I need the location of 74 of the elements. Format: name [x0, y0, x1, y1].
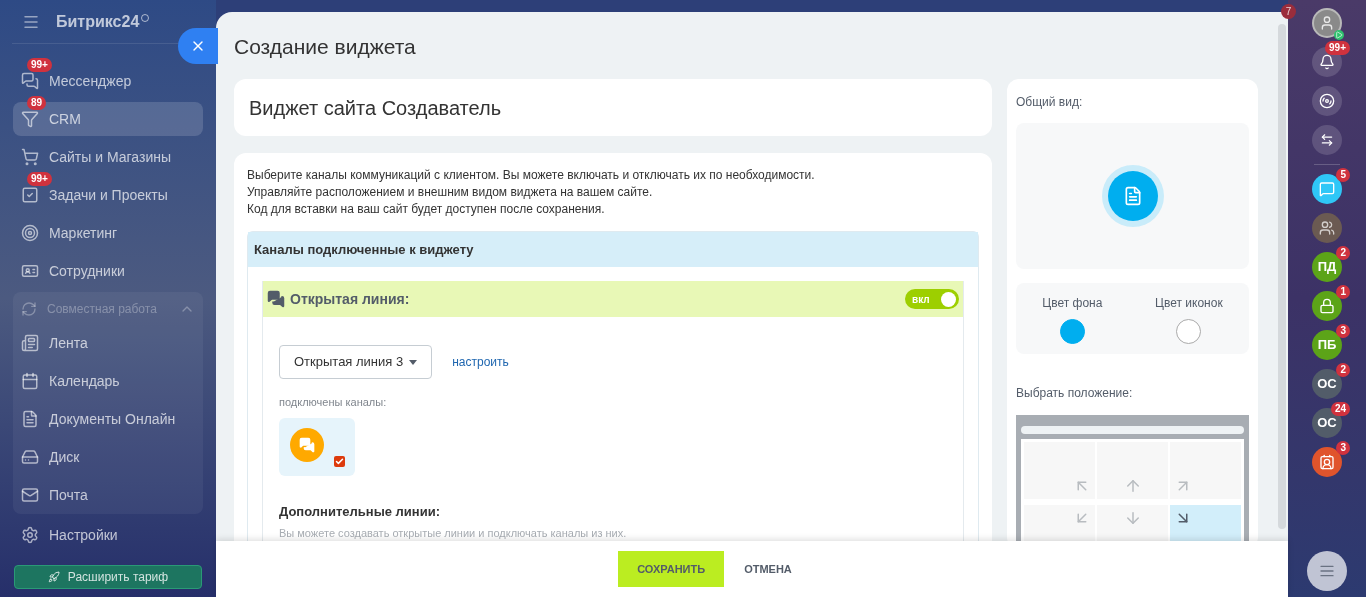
count-badge: 2: [1336, 363, 1350, 377]
count-badge: 89: [27, 96, 47, 110]
contact-card-icon: [1319, 454, 1335, 470]
position-cell[interactable]: [1097, 442, 1168, 499]
group-avatar[interactable]: [1312, 213, 1342, 243]
user-avatar[interactable]: [1312, 8, 1342, 38]
lock-avatar[interactable]: [1312, 291, 1342, 321]
extra-lines-text: Вы можете создавать открытые линии и подключать каналы из них.: [279, 526, 628, 541]
line-select[interactable]: Открытая линия 3: [279, 345, 433, 379]
target-button[interactable]: [1312, 86, 1342, 116]
count-badge: 1: [1336, 285, 1350, 299]
close-button[interactable]: [178, 28, 218, 64]
lock-icon: [1319, 298, 1335, 314]
list-icon: [1319, 563, 1335, 579]
sidebar-item[interactable]: Календарь: [13, 364, 203, 398]
initials-avatar[interactable]: ПБ: [1312, 330, 1342, 360]
channel-checkbox[interactable]: [334, 455, 345, 467]
chat-button[interactable]: [1312, 174, 1342, 204]
menu-button[interactable]: [1307, 551, 1347, 591]
group-icon: [21, 301, 37, 317]
upgrade-button[interactable]: Расширить тариф: [14, 565, 202, 589]
target-icon: [1319, 93, 1335, 109]
contact-avatar[interactable]: [1312, 447, 1342, 477]
color-swatch[interactable]: [1059, 318, 1085, 344]
position-cell[interactable]: [1170, 442, 1241, 499]
appearance-title: Общий вид:: [1016, 94, 1084, 111]
initials-avatar[interactable]: ОС: [1312, 369, 1342, 399]
sidebar-item[interactable]: Почта: [13, 478, 203, 512]
person-silhouette-icon: [1319, 15, 1335, 31]
count-badge: 99+: [27, 58, 52, 72]
widget-name-card[interactable]: Виджет сайта Создаватель: [234, 79, 992, 136]
chat-icon: [1319, 181, 1335, 197]
exchange-button[interactable]: [1312, 125, 1342, 155]
rocket-icon: [47, 571, 60, 583]
count-badge: 99+: [27, 172, 52, 186]
color-label: Цвет иконок: [1155, 294, 1223, 312]
count-badge: 24: [1330, 402, 1350, 416]
connected-label: подключены каналы:: [279, 395, 388, 410]
people-silhouette-icon: [1319, 220, 1335, 236]
count-badge: 3: [1336, 441, 1350, 455]
save-button[interactable]: СОХРАНИТЬ: [618, 551, 725, 587]
section-header: Каналы подключенные к виджету: [248, 232, 978, 267]
channel-icon: [290, 427, 324, 462]
position-title: Выбрать положение:: [1016, 385, 1134, 402]
count-badge: 2: [1336, 246, 1350, 260]
initials-avatar[interactable]: ПД: [1312, 252, 1342, 282]
count-badge: 99+: [1325, 41, 1350, 55]
play-icon: [1334, 30, 1344, 40]
sidebar-item[interactable]: Маркетинг: [13, 216, 203, 250]
caret-icon: [409, 359, 418, 365]
color-label: Цвет фона: [1042, 294, 1103, 312]
description-text: Управляйте расположением и внешним видом виджета на вашем сайте.: [247, 184, 654, 201]
extra-lines-title: Дополнительные линии:: [279, 502, 441, 521]
open-line-title: Открытая линия:: [290, 289, 411, 309]
description-text: Код для вставки на ваш сайт будет доступен после сохранения.: [247, 201, 606, 218]
sidebar-item[interactable]: Сотрудники: [13, 254, 203, 288]
configure-link[interactable]: настроить: [452, 353, 509, 371]
sidebar-item[interactable]: Диск: [13, 440, 203, 474]
sidebar-item[interactable]: Сайты и Магазины: [13, 140, 203, 174]
bell-icon: [1319, 54, 1335, 70]
count-badge: 3: [1336, 324, 1350, 338]
logo-text[interactable]: Битрикс24: [56, 9, 140, 34]
sidebar-item[interactable]: Документы Онлайн: [13, 402, 203, 436]
sidebar-item[interactable]: Настройки: [13, 518, 203, 552]
color-swatch[interactable]: [1176, 318, 1202, 344]
chat-icon: [267, 290, 285, 308]
exchange-icon: [1320, 133, 1334, 147]
description-text: Выберите каналы коммуникаций с клиентом. Вы можете включать и отключать их по необходимости.: [247, 167, 816, 184]
position-cell[interactable]: [1024, 442, 1095, 499]
sidebar-item[interactable]: Лента: [13, 326, 203, 360]
cancel-button[interactable]: ОТМЕНА: [740, 551, 796, 587]
channel-tile[interactable]: [279, 417, 355, 476]
count-badge: 5: [1336, 168, 1350, 182]
page-title: Создание виджета: [234, 34, 417, 60]
